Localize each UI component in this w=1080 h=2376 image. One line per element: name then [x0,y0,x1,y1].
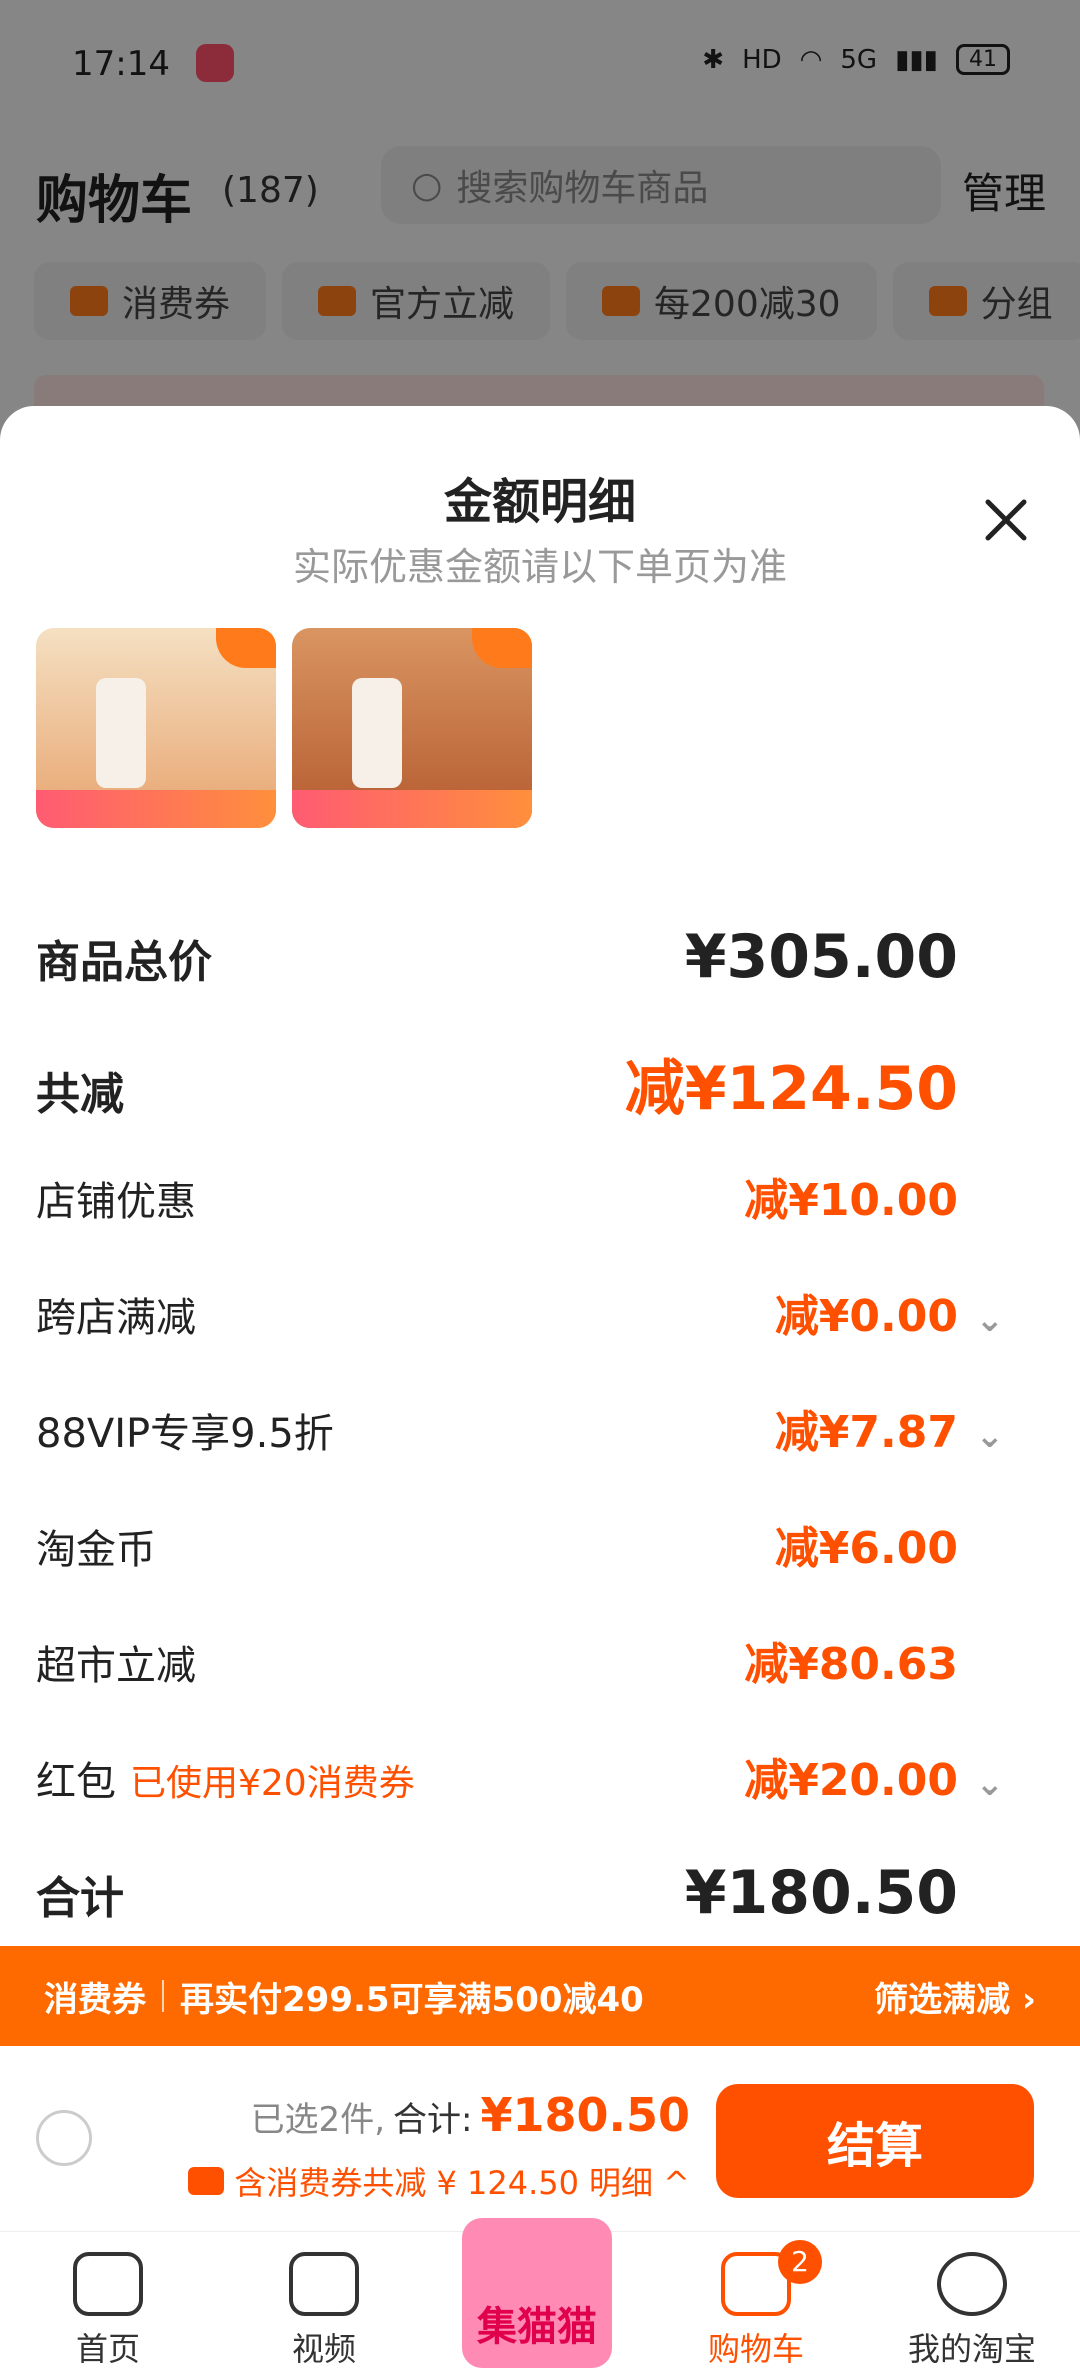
chevron-down-icon: ⌄ [975,1300,1005,1340]
checkout-bar: 已选2件, 合计: ¥180.50 含消费券共减 ¥ 124.50 明细 ^ 结… [0,2046,1080,2231]
detail-toggle[interactable]: 明细 ^ [589,2158,690,2204]
tab-home[interactable]: 首页 [28,2252,188,2370]
row-redpacket[interactable]: 红包 已使用¥20消费券 减¥20.00 ⌄ [36,1744,1004,1808]
tab-jimaomao[interactable]: 集猫猫 [462,2218,612,2368]
tab-cart[interactable]: 购物车 2 [676,2240,836,2370]
row-total-price: 商品总价 ¥305.00 [36,922,958,992]
product-thumbnail[interactable] [36,628,276,828]
product-thumbnail[interactable] [292,628,532,828]
tab-my-taobao[interactable]: 我的淘宝 [892,2252,1052,2370]
row-88vip[interactable]: 88VIP专享9.5折 减¥7.87 ⌄ [36,1396,1004,1460]
row-total-discount: 共减 减¥124.50 [36,1054,958,1124]
sheet-subtitle: 实际优惠金额请以下单页为准 [292,545,787,589]
close-icon[interactable] [976,490,1036,550]
tab-video[interactable]: 视频 [244,2252,404,2370]
row-cross-store[interactable]: 跨店满减 减¥0.00 ⌄ [36,1280,1004,1344]
discount-summary: 含消费券共减 ¥ 124.50 [234,2164,579,2202]
coupon-banner[interactable]: 消费券 再实付299.5可享满500减40 筛选满减 › [0,1946,1080,2046]
product-thumbnails [36,628,532,828]
select-all-checkbox[interactable] [36,2110,92,2166]
selected-count: 已选2件, [250,2100,386,2140]
check-badge-icon [472,628,532,668]
check-badge-icon [216,628,276,668]
cart-badge: 2 [778,2240,822,2284]
home-icon [73,2252,143,2316]
coupon-tag-icon [188,2167,225,2195]
chevron-down-icon: ⌄ [975,1416,1005,1456]
total-amount: ¥180.50 [480,2088,690,2142]
profile-icon [937,2252,1007,2316]
total-label: 合计: [393,2100,473,2140]
row-shop-discount: 店铺优惠 减¥10.00 [36,1175,958,1226]
banner-text: 再实付299.5可享满500减40 [180,1979,644,2020]
row-taojinbi: 淘金币 减¥6.00 [36,1523,958,1574]
sheet-title: 金额明细 [443,474,636,530]
chevron-down-icon: ⌄ [975,1764,1005,1804]
liquor-bottle-image [96,678,146,788]
row-supermarket: 超市立减 减¥80.63 [36,1639,958,1690]
liquor-bottle-image [352,678,402,788]
coupon-used-note: 已使用¥20消费券 [130,1763,415,1804]
video-icon [289,2252,359,2316]
banner-tag: 消费券 [44,1979,146,2020]
row-grand-total: 合计 ¥180.50 [36,1858,958,1928]
checkout-button[interactable]: 结算 [716,2084,1034,2198]
filter-discount-link[interactable]: 筛选满减 › [874,1972,1036,2021]
